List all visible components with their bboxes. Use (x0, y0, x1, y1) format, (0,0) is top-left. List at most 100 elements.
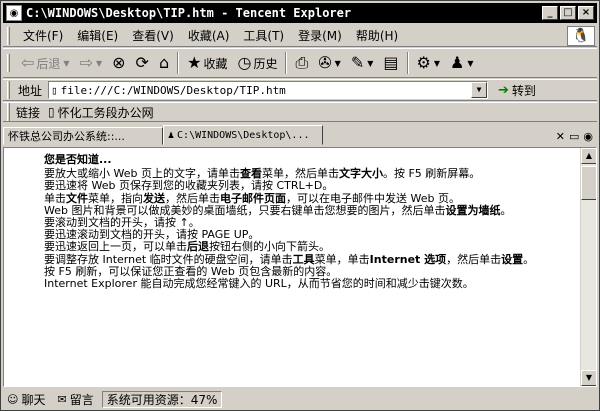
back-arrow-icon: ⇦ (21, 53, 35, 72)
links-bar: 链接 ▯ 怀化工务段办公网 (3, 102, 597, 122)
toolbar-separator (177, 52, 180, 74)
toolbar-grip (7, 81, 10, 99)
refresh-button[interactable]: ⟳ (131, 50, 154, 76)
chat-label: 聊天 (21, 393, 46, 407)
favorites-button[interactable]: ★ 收藏 (182, 50, 232, 76)
close-button[interactable]: × (578, 6, 594, 20)
print-button[interactable]: ⎙ (290, 50, 313, 76)
window-controls: _ □ × (542, 6, 594, 20)
menu-file[interactable]: 文件(F) (16, 27, 70, 44)
go-arrow-icon: ➔ (498, 82, 509, 98)
address-bar: 地址 ▯ file:///C:/WINDOWS/Desktop/TIP.htm … (3, 79, 597, 101)
page-content[interactable]: 您是否知道... 要放大或缩小 Web 页上的文字，请单击查看菜单，然后单击文字… (3, 147, 597, 387)
address-label: 地址 (18, 83, 43, 98)
qq-logo-icon: 🐧 (567, 25, 595, 46)
forward-arrow-icon: ⇨ (79, 53, 93, 72)
toolbar-grip (7, 54, 10, 72)
qq-penguin-icon: ♟ (450, 53, 465, 72)
maximize-button[interactable]: □ (560, 6, 576, 20)
message-icon: ✉ (57, 393, 67, 406)
link-item[interactable]: ▯ 怀化工务段办公网 (48, 104, 154, 121)
standard-toolbar: ⇦ 后退 ▼ ⇨ ▼ ⊗ ⟳ ⌂ ★ 收藏 ◷ 历史 ⎙ ✇ ▼ ✎ ▼ ▤ ⚙ ▼ … (3, 48, 597, 78)
tab-qq-icon: ♟ (168, 129, 175, 141)
menu-edit[interactable]: 编辑(E) (70, 27, 125, 44)
tab-options-icon[interactable]: ▭ (569, 130, 579, 143)
chevron-down-icon[interactable]: ▼ (96, 59, 102, 68)
window-title: C:\WINDOWS\Desktop\TIP.htm - Tencent Exp… (26, 6, 352, 20)
scroll-thumb[interactable] (581, 166, 596, 200)
window-icon: ▤ (383, 53, 399, 72)
forward-button[interactable]: ⇨ ▼ (75, 50, 108, 76)
menu-tools[interactable]: 工具(T) (236, 27, 291, 44)
tab-tip-page[interactable]: ♟ C:\WINDOWS\Desktop\... (163, 125, 323, 145)
toolbar-grip (7, 26, 10, 45)
status-bar: ☺ 聊天 ✉ 留言 系统可用资源：47% (3, 390, 597, 409)
edit-page-icon: ✎ (350, 53, 365, 72)
chevron-down-icon[interactable]: ▼ (434, 59, 440, 68)
vertical-scrollbar[interactable]: ▲ ▼ (580, 148, 596, 386)
favorites-folder-icon: ★ (187, 53, 202, 72)
tab-label: 怀铁总公司办公系统::... (8, 130, 125, 143)
back-button[interactable]: ⇦ 后退 ▼ (16, 50, 75, 76)
encoding-icon: ✇ (318, 53, 332, 72)
chevron-down-icon[interactable]: ▼ (471, 82, 488, 98)
stop-button[interactable]: ⊗ (107, 50, 130, 76)
browser-window: ◉ C:\WINDOWS\Desktop\TIP.htm - Tencent E… (0, 0, 600, 411)
printer-icon: ⎙ (295, 53, 309, 72)
link-page-icon: ▯ (48, 105, 55, 119)
view-icon[interactable]: ◉ (583, 130, 593, 143)
menu-favorites[interactable]: 收藏(A) (181, 27, 237, 44)
tools-icon: ⚙ (416, 53, 431, 72)
minimize-button[interactable]: _ (542, 6, 558, 20)
back-label: 后退 (36, 56, 61, 71)
scroll-up-icon[interactable]: ▲ (581, 148, 596, 164)
app-icon: ◉ (6, 5, 22, 21)
links-label: 链接 (16, 105, 41, 120)
chevron-down-icon[interactable]: ▼ (367, 59, 373, 68)
chevron-down-icon[interactable]: ▼ (467, 59, 473, 68)
tab-office-system[interactable]: 怀铁总公司办公系统::... (3, 127, 163, 145)
tab-bar: 怀铁总公司办公系统::... ♟ C:\WINDOWS\Desktop\... … (3, 125, 597, 145)
scroll-down-icon[interactable]: ▼ (581, 370, 596, 386)
title-bar: ◉ C:\WINDOWS\Desktop\TIP.htm - Tencent E… (3, 3, 597, 23)
history-icon: ◷ (237, 53, 252, 72)
tip-line: Internet Explorer 能自动完成您经常键入的 URL，从而节省您的… (44, 277, 474, 291)
tip-heading: 您是否知道... (44, 153, 112, 166)
go-button[interactable]: ➔ 转到 (498, 82, 536, 99)
window-button[interactable]: ▤ (378, 50, 403, 76)
history-button[interactable]: ◷ 历史 (232, 50, 282, 76)
chat-button[interactable]: ☺ 聊天 (3, 391, 49, 408)
toolbar-separator (406, 52, 409, 74)
tools-button[interactable]: ⚙ ▼ (412, 50, 446, 76)
address-url: file:///C:/WINDOWS/Desktop/TIP.htm (60, 83, 286, 97)
home-button[interactable]: ⌂ (154, 50, 174, 76)
toolbar-separator (285, 52, 288, 74)
message-label: 留言 (69, 393, 94, 407)
encoding-button[interactable]: ✇ ▼ (313, 50, 346, 76)
chevron-down-icon[interactable]: ▼ (335, 59, 341, 68)
favorites-label: 收藏 (203, 56, 228, 71)
close-tab-icon[interactable]: ✕ (556, 130, 565, 143)
qq-button[interactable]: ♟ ▼ (445, 50, 479, 76)
address-input[interactable]: ▯ file:///C:/WINDOWS/Desktop/TIP.htm ▼ (48, 81, 489, 99)
stop-icon: ⊗ (112, 53, 126, 72)
menu-bar: 文件(F) 编辑(E) 查看(V) 收藏(A) 工具(T) 登录(M) 帮助(H… (3, 25, 597, 47)
edit-button[interactable]: ✎ ▼ (346, 50, 379, 76)
chat-icon: ☺ (7, 393, 19, 406)
resources-status: 系统可用资源：47% (101, 391, 223, 408)
page-icon: ▯ (51, 83, 58, 97)
menu-view[interactable]: 查看(V) (125, 27, 181, 44)
history-label: 历史 (253, 56, 278, 71)
go-label: 转到 (511, 83, 536, 98)
menu-login[interactable]: 登录(M) (291, 27, 349, 44)
tab-controls: ✕ ▭ ◉ (556, 127, 597, 145)
refresh-icon: ⟳ (135, 53, 149, 72)
toolbar-grip (7, 103, 10, 121)
tip-document: 您是否知道... 要放大或缩小 Web 页上的文字，请单击查看菜单，然后单击文字… (44, 153, 544, 291)
tab-label: C:\WINDOWS\Desktop\... (177, 129, 310, 141)
tip-line: 要调整存放 Internet 临时文件的硬盘空间，请单击工具菜单，单击Inter… (44, 252, 535, 266)
menu-help[interactable]: 帮助(H) (349, 27, 405, 44)
home-icon: ⌂ (158, 53, 170, 72)
chevron-down-icon[interactable]: ▼ (63, 59, 69, 68)
message-button[interactable]: ✉ 留言 (53, 391, 97, 408)
